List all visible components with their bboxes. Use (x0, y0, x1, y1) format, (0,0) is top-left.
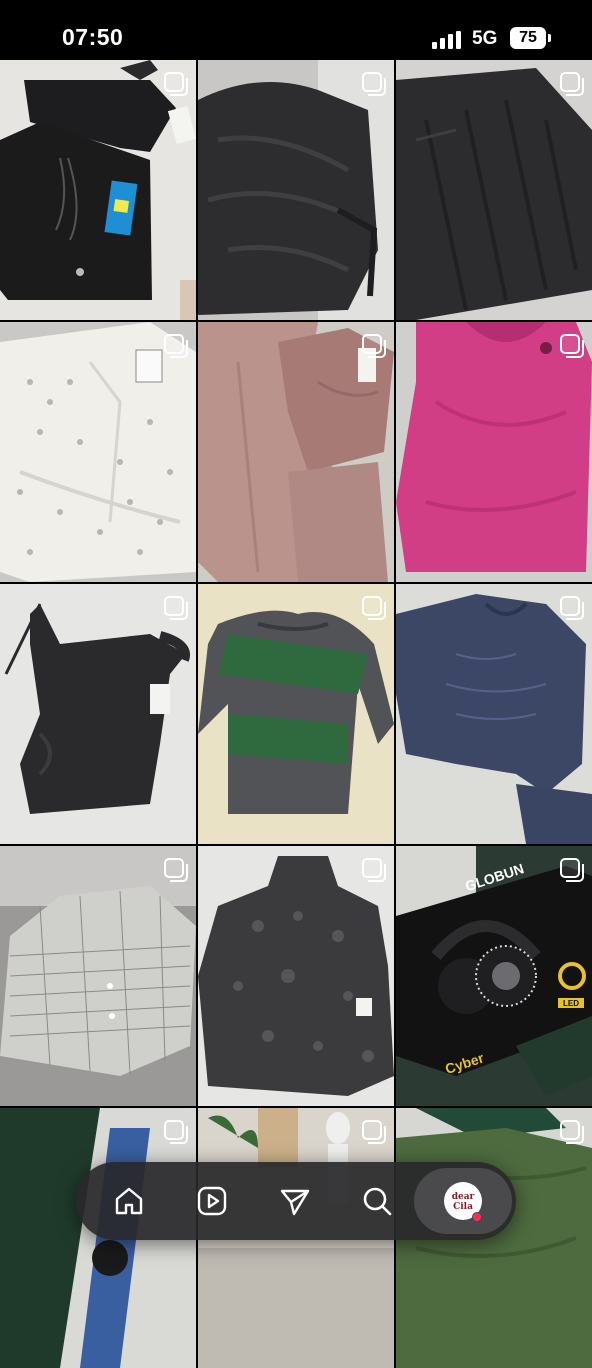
grid-post[interactable] (396, 60, 592, 320)
reels-icon (197, 1186, 227, 1216)
multi-photo-icon (164, 1120, 188, 1144)
grid-post[interactable] (0, 584, 196, 844)
nav-share-button[interactable] (270, 1176, 320, 1226)
multi-photo-icon (362, 72, 386, 96)
multi-photo-icon (560, 1120, 584, 1144)
grid-post[interactable] (198, 322, 394, 582)
post-grid: LED GLOBUN Cyber (0, 60, 592, 1368)
paper-plane-icon (280, 1189, 310, 1216)
grid-post[interactable] (396, 322, 592, 582)
multi-photo-icon (560, 72, 584, 96)
multi-photo-icon (362, 858, 386, 882)
search-icon (363, 1187, 392, 1216)
multi-photo-icon (560, 596, 584, 620)
grid-post[interactable] (0, 846, 196, 1106)
battery-icon: 75 (510, 27, 551, 49)
grid-post[interactable] (0, 322, 196, 582)
home-icon (115, 1187, 143, 1215)
grid-post[interactable] (198, 584, 394, 844)
multi-photo-icon (164, 334, 188, 358)
grid-post[interactable]: LED GLOBUN Cyber (396, 846, 592, 1106)
multi-photo-icon (362, 334, 386, 358)
grid-post[interactable] (198, 60, 394, 320)
grid-post[interactable] (198, 846, 394, 1106)
bottom-navigation: dear Cila (76, 1162, 516, 1240)
avatar-text: dear Cila (451, 1192, 475, 1212)
nav-home-button[interactable] (104, 1176, 154, 1226)
multi-photo-icon (164, 596, 188, 620)
notification-dot (472, 1212, 482, 1222)
grid-post[interactable] (0, 60, 196, 320)
network-type: 5G (472, 28, 498, 49)
grid-post[interactable] (396, 584, 592, 844)
signal-icon (432, 31, 462, 49)
multi-photo-icon (362, 596, 386, 620)
multi-photo-icon (560, 858, 584, 882)
status-time: 07:50 (62, 24, 124, 50)
multi-photo-icon (164, 72, 188, 96)
multi-photo-icon (362, 1120, 386, 1144)
status-bar: 07:50 5G 75 (0, 0, 592, 60)
nav-reels-button[interactable] (187, 1176, 237, 1226)
box-badge: LED (563, 999, 579, 1008)
nav-profile-button[interactable]: dear Cila (414, 1168, 512, 1234)
multi-photo-icon (164, 858, 188, 882)
nav-search-button[interactable] (352, 1176, 402, 1226)
multi-photo-icon (560, 334, 584, 358)
